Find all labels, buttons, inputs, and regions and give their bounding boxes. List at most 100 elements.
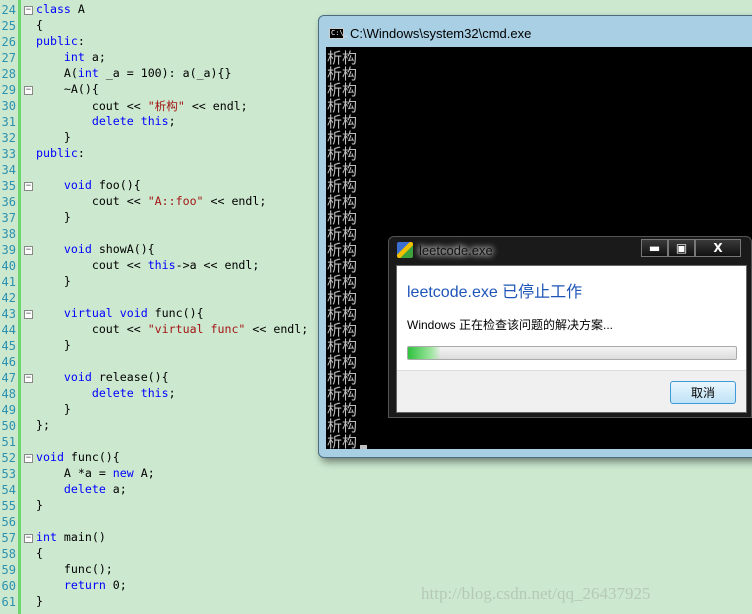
code-line[interactable]: A *a = new A; <box>36 466 155 482</box>
keyword: void <box>63 178 92 192</box>
console-line: 析构 <box>327 177 358 195</box>
code-line[interactable]: A(int _a = 100): a(_a){} <box>36 66 232 82</box>
code-text: main() <box>56 530 106 544</box>
code-line[interactable]: int main() <box>36 530 106 546</box>
code-line[interactable]: }; <box>36 418 50 434</box>
code-line[interactable]: } <box>36 594 43 610</box>
console-line: 析构 <box>327 225 358 243</box>
console-line: 析构 <box>327 49 358 67</box>
code-text: cout << <box>36 99 148 113</box>
line-number: 57 <box>1 531 16 545</box>
collapse-toggle-icon[interactable]: − <box>24 310 33 319</box>
cmd-title-bar[interactable]: C:\_ C:\Windows\system32\cmd.exe <box>329 24 531 42</box>
code-line[interactable]: delete a; <box>36 482 127 498</box>
line-number: 37 <box>1 211 16 225</box>
code-text: foo(){ <box>91 178 141 192</box>
code-line[interactable]: delete this; <box>36 114 176 130</box>
line-number: 60 <box>1 579 16 593</box>
line-number: 36 <box>1 195 16 209</box>
line-number: 41 <box>1 275 16 289</box>
keyword: void <box>119 306 148 320</box>
code-text: showA(){ <box>91 242 155 256</box>
dialog-heading: leetcode.exe 已停止工作 <box>407 284 583 301</box>
collapse-toggle-icon[interactable]: − <box>24 182 33 191</box>
code-text: { <box>36 18 43 32</box>
line-number: 25 <box>1 19 16 33</box>
code-text: { <box>36 546 43 560</box>
code-text: ; <box>168 114 176 128</box>
code-line[interactable]: public: <box>36 34 85 50</box>
collapse-toggle-icon[interactable]: − <box>24 246 33 255</box>
code-line[interactable]: cout << "A::foo" << endl; <box>36 194 267 210</box>
line-number: 59 <box>1 563 16 577</box>
console-line: 析构 <box>327 193 358 211</box>
line-number: 58 <box>1 547 16 561</box>
console-line: 析构 <box>327 65 358 83</box>
dialog-title-bar[interactable]: leetcode.exe <box>397 242 493 258</box>
line-number: 50 <box>1 419 16 433</box>
keyword: delete <box>63 482 106 496</box>
maximize-button[interactable]: ▣ <box>668 239 695 257</box>
collapse-toggle-icon[interactable]: − <box>24 454 33 463</box>
code-line[interactable]: func(); <box>36 562 113 578</box>
collapse-toggle-icon[interactable]: − <box>24 374 33 383</box>
code-line[interactable]: } <box>36 130 71 146</box>
collapse-toggle-icon[interactable]: − <box>24 534 33 543</box>
line-number: 56 <box>1 515 16 529</box>
line-number: 27 <box>1 51 16 65</box>
code-line[interactable]: public: <box>36 146 85 162</box>
dialog-message: Windows 正在检查该问题的解决方案... <box>407 318 614 332</box>
code-text: 0; <box>105 578 127 592</box>
line-number: 46 <box>1 355 16 369</box>
line-number: 42 <box>1 291 16 305</box>
line-number: 44 <box>1 323 16 337</box>
cancel-button[interactable]: 取消 <box>670 381 736 404</box>
code-line[interactable]: } <box>36 498 43 514</box>
code-line[interactable]: cout << this->a << endl; <box>36 258 260 274</box>
line-number: 35 <box>1 179 16 193</box>
string-literal: "A::foo" <box>147 194 204 208</box>
keyword: delete <box>91 386 134 400</box>
code-line[interactable]: } <box>36 338 71 354</box>
console-line: 析构 <box>327 353 358 371</box>
code-line[interactable]: void func(){ <box>36 450 120 466</box>
code-line[interactable]: void release(){ <box>36 370 169 386</box>
collapse-toggle-icon[interactable]: − <box>24 6 33 15</box>
code-line[interactable]: } <box>36 274 71 290</box>
code-line[interactable]: { <box>36 546 43 562</box>
crash-dialog[interactable]: leetcode.exe ▬ ▣ X leetcode.exe 已停止工作 Wi… <box>388 236 752 418</box>
console-line: 析构 <box>327 273 358 291</box>
code-line[interactable]: void showA(){ <box>36 242 155 258</box>
code-line[interactable]: } <box>36 402 71 418</box>
keyword: int <box>77 66 99 80</box>
code-line[interactable]: } <box>36 210 71 226</box>
collapse-toggle-icon[interactable]: − <box>24 86 33 95</box>
code-line[interactable]: return 0; <box>36 578 127 594</box>
line-number: 31 <box>1 115 16 129</box>
code-text: ->a << endl; <box>175 258 260 272</box>
code-line[interactable]: virtual void func(){ <box>36 306 204 322</box>
console-line: 析构 <box>327 401 358 419</box>
code-line[interactable]: int a; <box>36 50 106 66</box>
console-line: 析构 <box>327 433 358 449</box>
code-text: << endl; <box>184 99 248 113</box>
minimize-button[interactable]: ▬ <box>641 239 668 257</box>
code-line[interactable]: delete this; <box>36 386 176 402</box>
close-button[interactable]: X <box>695 239 741 257</box>
code-line[interactable]: ~A(){ <box>36 82 99 98</box>
code-line[interactable]: cout << "virtual func" << endl; <box>36 322 308 338</box>
console-line: 析构 <box>327 321 358 339</box>
line-number: 51 <box>1 435 16 449</box>
code-text: } <box>36 338 71 352</box>
code-line[interactable]: class A <box>36 2 85 18</box>
code-text: cout << <box>36 258 148 272</box>
console-line: 析构 <box>327 97 358 115</box>
code-line[interactable]: cout << "析构" << endl; <box>36 98 248 114</box>
code-line[interactable]: void foo(){ <box>36 178 141 194</box>
code-line[interactable]: { <box>36 18 43 34</box>
